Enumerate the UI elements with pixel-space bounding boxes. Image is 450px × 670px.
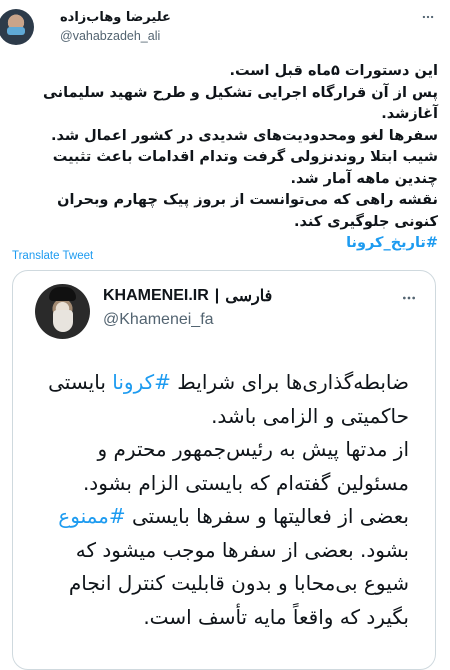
tweet-text-line: آغازشد. [381,106,438,122]
quoted-text-line: از مدتها پیش به رئیس‌جمهور محترم و [29,433,409,467]
name-separator: | [214,287,220,304]
more-options-icon[interactable] [417,6,439,28]
tweet-text-line: پس از آن قرارگاه اجرایی تشکیل و طرح شهید… [43,84,438,101]
author-display-name[interactable]: علیرضا وهاب‌زاده [60,10,171,25]
tweet-text-line: سفرها لغو ومحدودیت‌های شدیدی در کشور اعم… [50,127,438,144]
tweet: علیرضا وهاب‌زاده @vahabzadeh_ali این دست… [0,0,450,670]
quoted-text-line: ضابطه‌گذاری‌ها برای شرایط #کرونا بایستی [29,366,409,400]
tweet-text-line: چندین ماهه آمار شد. [290,170,438,187]
author-handle[interactable]: @vahabzadeh_ali [60,29,160,43]
author-avatar[interactable] [0,9,34,45]
quoted-text-segment: شیوع بی‌محابا و بدون قابلیت کنترل انجام [68,571,409,595]
quoted-tweet-text: ضابطه‌گذاری‌ها برای شرایط #کرونا بایستی ح… [29,366,409,634]
quoted-text-line: بعضی از فعالیتها و سفرها بایستی #ممنوع [29,500,409,534]
quoted-text-line: حاکمیتی و الزامی باشد. [29,400,409,434]
hashtag-link[interactable]: #ممنوع [58,504,125,528]
quoted-text-line: بگیرد که واقعاً مایه تأسف است. [29,601,409,635]
quoted-author-name-en: KHAMENEI.IR [103,287,209,304]
quoted-text-segment: بایستی [48,370,113,394]
tweet-text-line: نقشه راهی که می‌توانست از بروز پیک چهارم… [57,192,438,208]
quoted-text-segment: حاکمیتی و الزامی باشد. [211,403,409,428]
quoted-tweet-card[interactable]: KHAMENEI.IR | فارسی @Khamenei_fa ضابطه‌گ… [12,270,436,670]
translate-tweet-link[interactable]: Translate Tweet [12,250,93,262]
quoted-more-options-icon[interactable] [398,287,420,309]
tweet-text-line: شیب ابتلا روندنزولی گرفت وتدام اقدامات ب… [52,149,438,165]
quoted-text-line: شیوع بی‌محابا و بدون قابلیت کنترل انجام [29,567,409,601]
quoted-text-segment: بشود. بعضی از سفرها موجب میشود که [75,537,409,562]
quoted-author-name: KHAMENEI.IR | فارسی [103,286,272,306]
quoted-text-segment: از مدتها پیش به رئیس‌جمهور محترم و [97,437,409,461]
quoted-text-segment: مسئولین گفته‌ام که بایستی الزام بشود. [82,470,409,495]
tweet-text-line: این دستورات ۵ماه قبل است. [229,63,438,79]
tweet-text-line: کنونی جلوگیری کند. [293,213,438,230]
quoted-author-handle: @Khamenei_fa [103,311,214,328]
tweet-text: این دستورات ۵ماه قبل است. پس از آن قرارگ… [12,61,438,255]
hashtag-link[interactable]: #کرونا [112,370,171,394]
quoted-text-line: مسئولین گفته‌ام که بایستی الزام بشود. [29,467,409,501]
quoted-author-name-fa: فارسی [225,288,273,305]
quoted-text-line: بشود. بعضی از سفرها موجب میشود که [29,534,409,568]
quoted-text-segment: بعضی از فعالیتها و سفرها بایستی [125,504,409,528]
quoted-text-segment: بگیرد که واقعاً مایه تأسف است. [143,604,409,629]
quoted-author-avatar [35,284,90,339]
quoted-text-segment: ضابطه‌گذاری‌ها برای شرایط [170,370,409,394]
